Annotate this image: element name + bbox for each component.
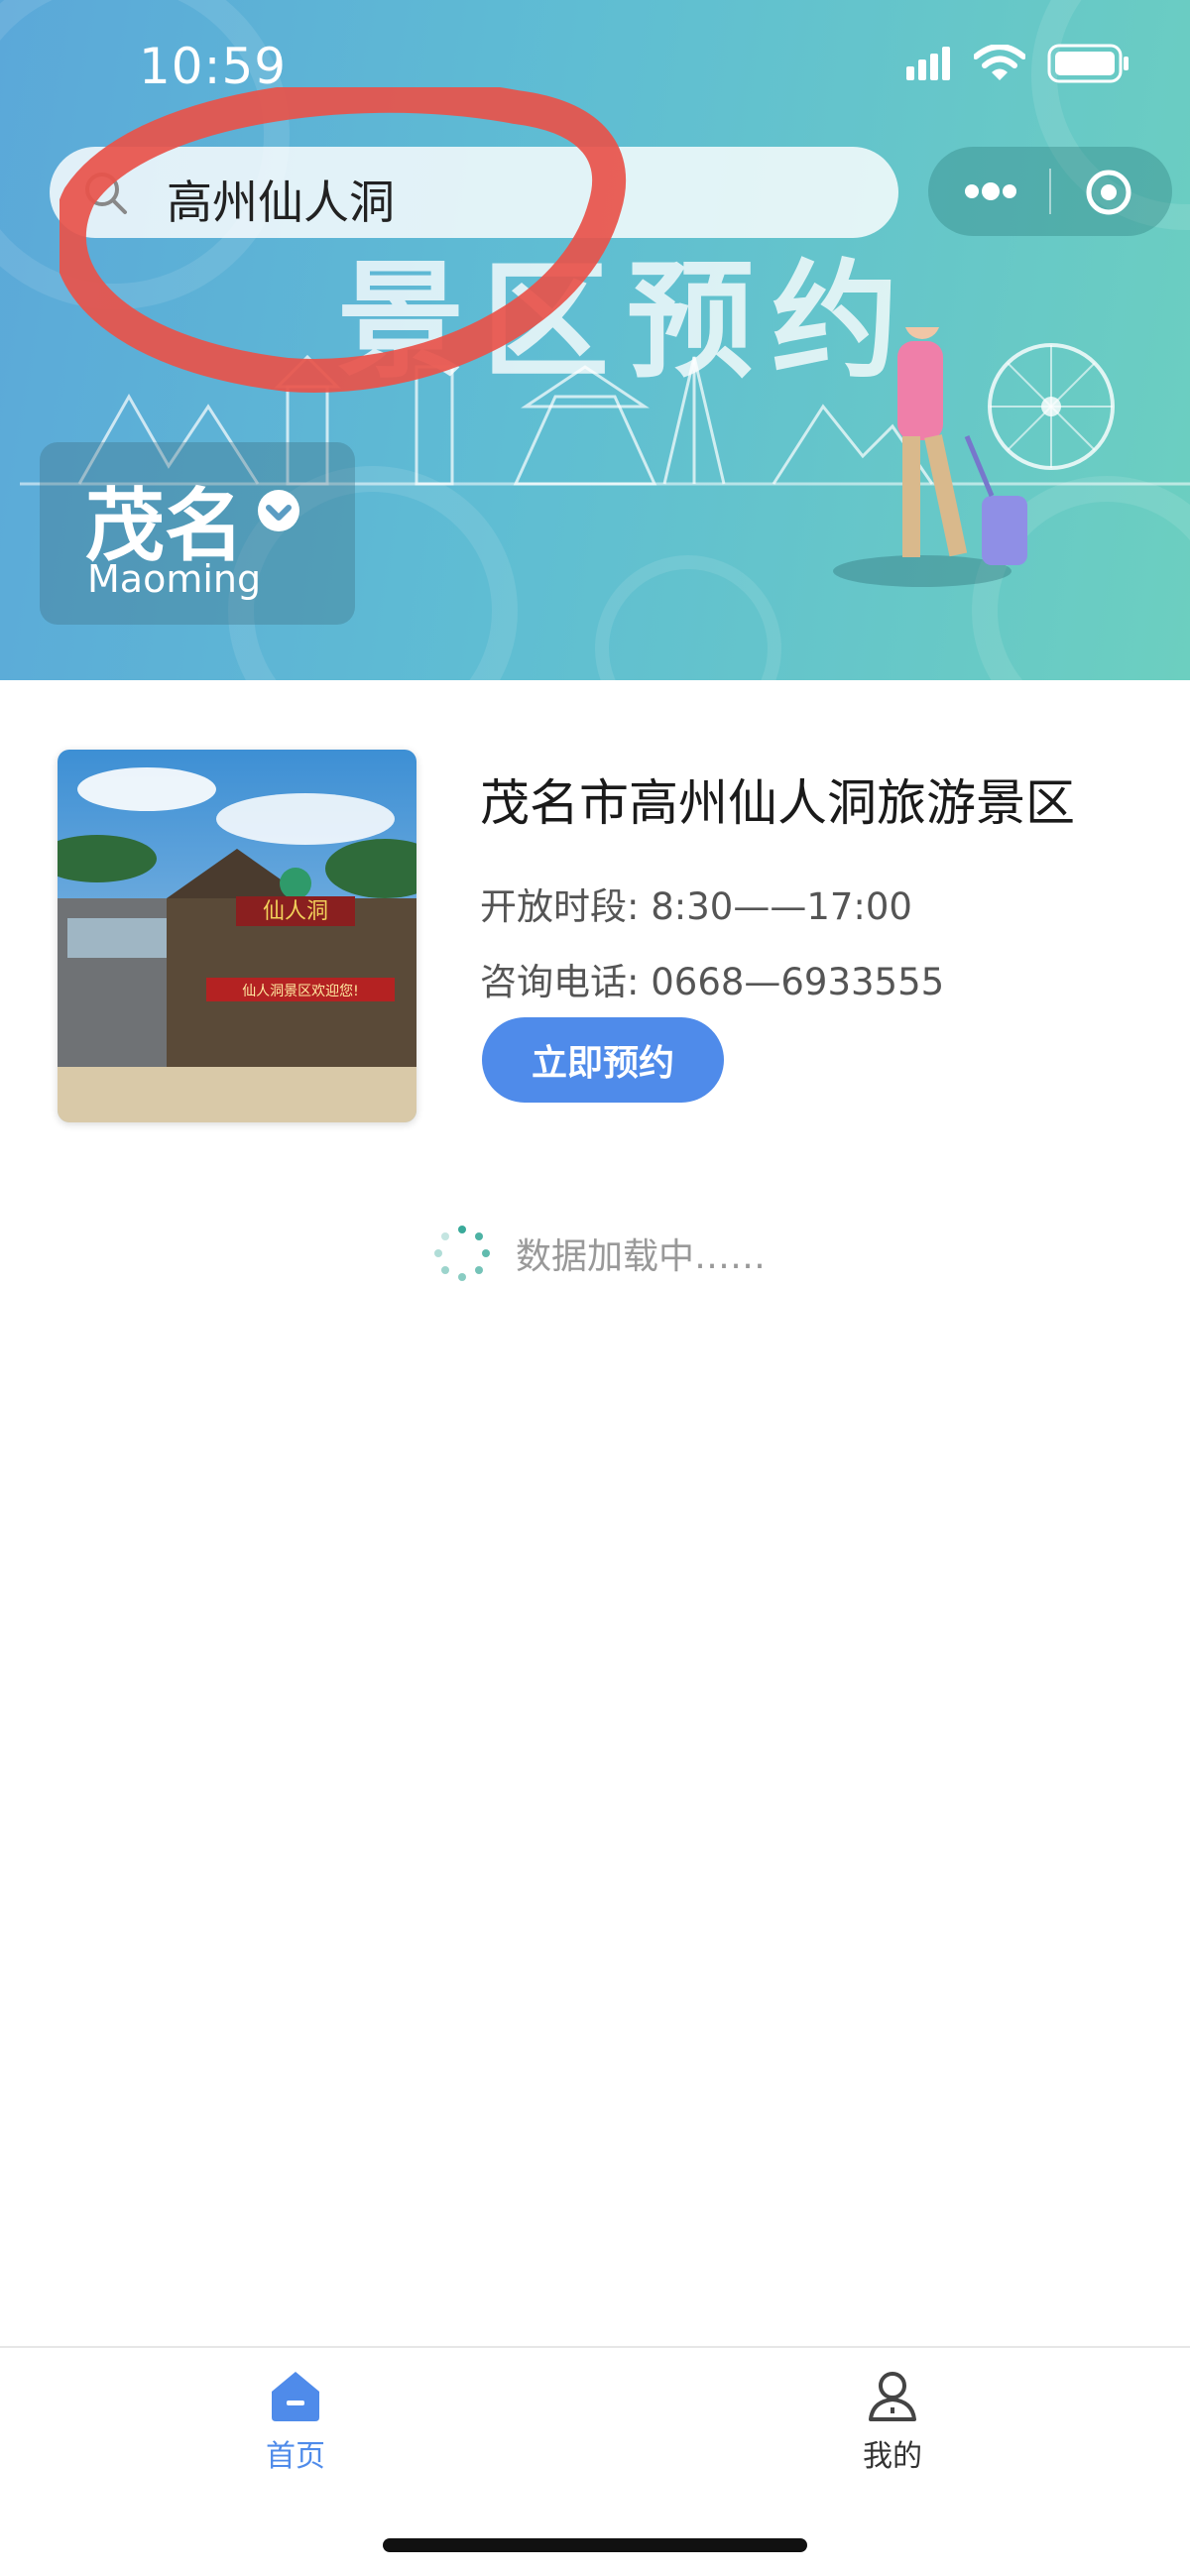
battery-icon bbox=[1047, 44, 1129, 83]
home-indicator[interactable] bbox=[383, 2538, 807, 2552]
city-selector[interactable]: 茂名 Maoming bbox=[40, 442, 355, 625]
tab-mine[interactable]: 我的 bbox=[793, 2368, 992, 2487]
user-icon bbox=[869, 2372, 916, 2421]
wifi-icon bbox=[974, 45, 1025, 80]
close-target-icon[interactable] bbox=[1085, 169, 1132, 216]
status-time: 10:59 bbox=[139, 38, 288, 95]
opening-hours-row: 开放时段: 8:30——17:00 bbox=[480, 877, 912, 930]
image-sign-text: 仙人洞 bbox=[263, 899, 328, 924]
phone-value[interactable]: 0668—6933555 bbox=[651, 961, 944, 1003]
more-icon[interactable] bbox=[962, 173, 1019, 210]
hero-banner: 10:59 景区预约 高州仙人洞 茂名 Maoming bbox=[0, 0, 1190, 680]
capsule-divider bbox=[1049, 169, 1051, 214]
book-now-button[interactable]: 立即预约 bbox=[482, 1017, 724, 1103]
image-banner-text: 仙人洞景区欢迎您! bbox=[242, 983, 359, 999]
signal-icon bbox=[906, 47, 950, 80]
mini-program-capsule bbox=[928, 147, 1172, 236]
search-icon bbox=[85, 173, 127, 214]
tab-mine-label: 我的 bbox=[863, 2439, 922, 2474]
scenic-spot-title[interactable]: 茂名市高州仙人洞旅游景区 bbox=[480, 763, 1075, 835]
loading-spinner-icon bbox=[434, 1226, 490, 1281]
home-icon bbox=[272, 2372, 319, 2421]
tab-home[interactable]: 首页 bbox=[196, 2368, 395, 2487]
search-bar[interactable]: 高州仙人洞 bbox=[50, 147, 898, 238]
scenic-spot-image[interactable]: 仙人洞 仙人洞景区欢迎您! bbox=[58, 750, 416, 1122]
dropdown-check-icon bbox=[258, 490, 299, 531]
search-input[interactable]: 高州仙人洞 bbox=[167, 167, 395, 232]
city-english-name: Maoming bbox=[87, 557, 262, 601]
loading-indicator: 数据加载中…… bbox=[432, 1224, 766, 1283]
loading-text: 数据加载中…… bbox=[516, 1236, 767, 1277]
tab-home-label: 首页 bbox=[266, 2439, 325, 2474]
phone-row: 咨询电话: 0668—6933555 bbox=[480, 952, 944, 1005]
opening-hours-label: 开放时段: bbox=[480, 885, 640, 928]
status-icons bbox=[906, 44, 1130, 83]
opening-hours-value: 8:30——17:00 bbox=[651, 885, 912, 928]
phone-label: 咨询电话: bbox=[480, 961, 640, 1003]
